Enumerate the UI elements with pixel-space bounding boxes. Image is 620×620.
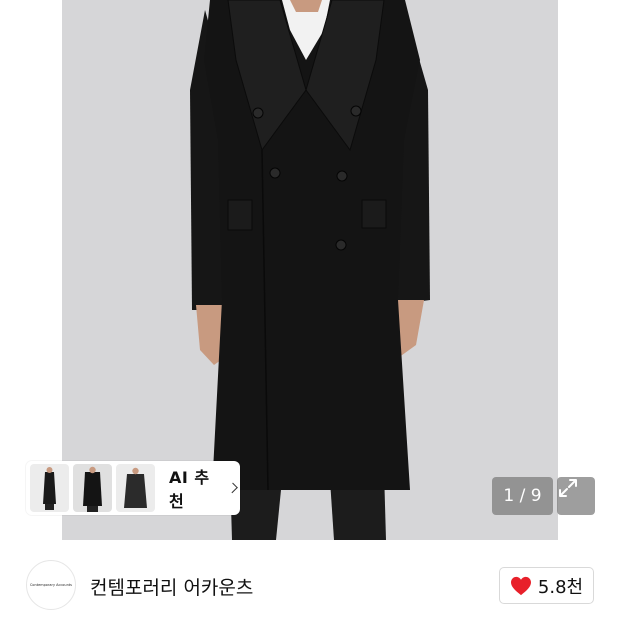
brand-name-link[interactable]: 컨템포러리 어카운츠 <box>90 573 253 600</box>
heart-icon <box>510 576 531 595</box>
like-button[interactable]: 5.8천 <box>499 567 594 604</box>
thumbnail-3[interactable] <box>116 464 155 512</box>
ai-recommend-label: AI 추천 <box>169 468 210 511</box>
ai-recommend-button[interactable]: AI 추천 <box>169 464 238 512</box>
expand-arrows-icon <box>559 479 577 497</box>
product-image-gallery[interactable]: AI 추천 1 / 9 <box>0 0 620 540</box>
like-count: 5.8천 <box>537 576 584 598</box>
brand-logo-text: Contemporary Accounts <box>30 583 72 587</box>
thumbnail-2[interactable] <box>73 464 112 512</box>
product-photo <box>0 0 620 540</box>
chevron-right-icon <box>226 482 238 494</box>
thumbnail-strip[interactable]: AI 추천 <box>26 461 240 515</box>
image-page-indicator: 1 / 9 <box>492 477 553 515</box>
brand-bar: Contemporary Accounts 컨템포러리 어카운츠 5.8천 <box>0 540 620 620</box>
thumbnail-1[interactable] <box>30 464 69 512</box>
expand-image-button[interactable] <box>557 477 595 515</box>
brand-logo[interactable]: Contemporary Accounts <box>26 560 76 610</box>
